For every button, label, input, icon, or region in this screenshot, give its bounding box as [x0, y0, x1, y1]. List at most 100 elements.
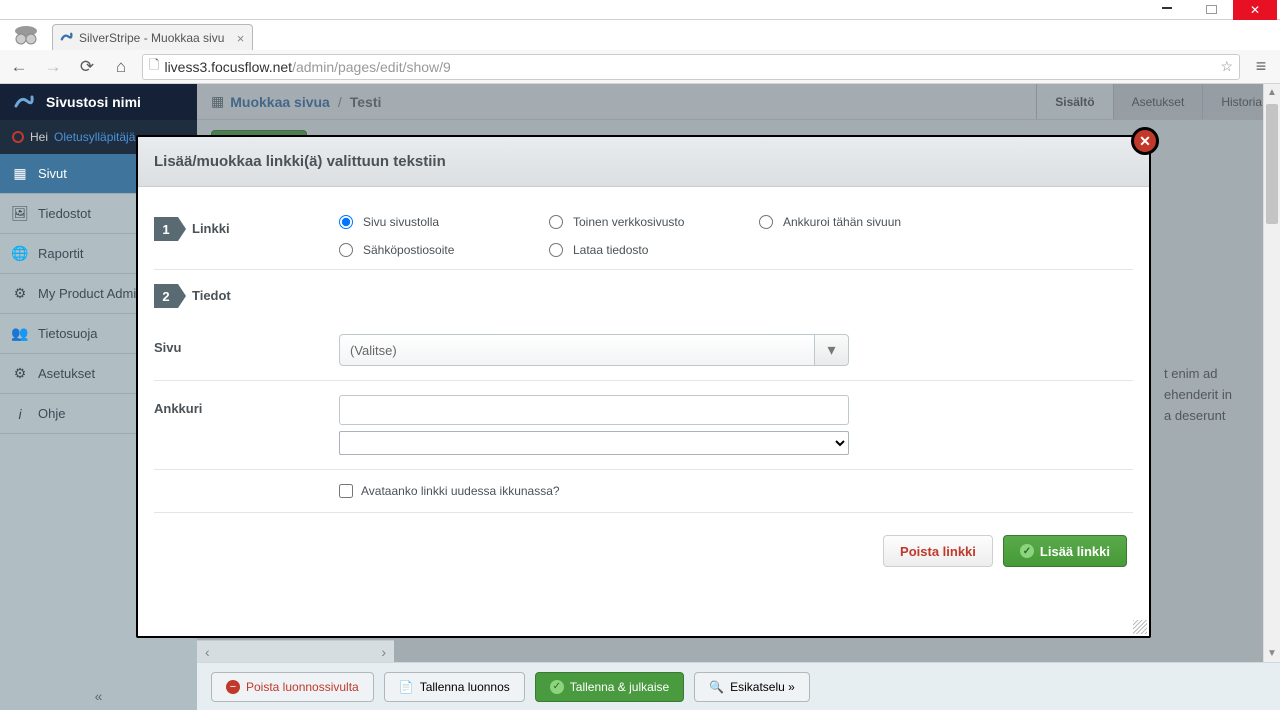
publish-label: Tallenna & julkaise	[570, 680, 669, 694]
hello-prefix: Hei	[30, 130, 48, 144]
sitemap-icon: ▦	[12, 166, 28, 182]
sidebar-item-label: Tietosuoja	[38, 326, 98, 341]
save-draft-label: Tallenna luonnos	[420, 680, 510, 694]
insert-link-button[interactable]: ✓ Lisää linkki	[1003, 535, 1127, 567]
info-icon: i	[12, 406, 28, 422]
scroll-down-icon[interactable]: ▼	[1264, 645, 1280, 662]
browser-tab-bar: SilverStripe - Muokkaa sivu ×	[0, 20, 1280, 50]
publish-button[interactable]: ✓ Tallenna & julkaise	[535, 672, 684, 702]
preview-label: Esikatselu »	[730, 680, 795, 694]
forward-button: →	[40, 54, 66, 80]
check-circle-icon: ✓	[1020, 544, 1034, 558]
sidebar-item-label: Raportit	[38, 246, 84, 261]
address-bar[interactable]: 🗋 livess3.focusflow.net/admin/pages/edit…	[142, 54, 1240, 80]
sidebar-item-label: My Product Admin	[38, 286, 144, 301]
scrollbar-vertical[interactable]: ▲ ▼	[1263, 84, 1280, 662]
anchor-select[interactable]	[339, 431, 849, 455]
radio-label: Sivu sivustolla	[363, 215, 439, 229]
remove-link-label: Poista linkki	[900, 544, 976, 559]
reload-button[interactable]: ⟳	[74, 54, 100, 80]
window-close-button[interactable]: ✕	[1233, 0, 1277, 20]
window-maximize-button[interactable]	[1189, 0, 1233, 20]
modal-close-button[interactable]: ✕	[1131, 127, 1159, 155]
collapse-sidebar-button[interactable]: «	[0, 682, 197, 710]
url-host: livess3.focusflow.net	[164, 59, 292, 75]
scrollbar-thumb[interactable]	[1266, 104, 1278, 224]
radio-anchor[interactable]: Ankkuroi tähän sivuun	[759, 215, 1009, 229]
radio-input[interactable]	[759, 215, 773, 229]
globe-icon: 🌐	[12, 246, 28, 262]
site-brand[interactable]: Sivustosi nimi	[0, 84, 197, 120]
browser-menu-button[interactable]: ≡	[1248, 54, 1274, 80]
browser-tab[interactable]: SilverStripe - Muokkaa sivu ×	[52, 24, 253, 50]
modal-title: Lisää/muokkaa linkki(ä) valittuun teksti…	[138, 137, 1149, 187]
radio-input[interactable]	[549, 215, 563, 229]
radio-label: Sähköpostiosoite	[363, 243, 454, 257]
insert-link-label: Lisää linkki	[1040, 544, 1110, 559]
back-button[interactable]: ←	[6, 54, 32, 80]
save-icon: 📄	[399, 680, 414, 694]
radio-input[interactable]	[339, 243, 353, 257]
sidebar-item-label: Ohje	[38, 406, 65, 421]
radio-email[interactable]: Sähköpostiosoite	[339, 243, 549, 257]
gear-icon: ⚙	[12, 366, 28, 382]
gear-icon: ⚙	[12, 286, 28, 302]
tab-title: SilverStripe - Muokkaa sivu	[79, 31, 224, 45]
silverstripe-favicon	[59, 30, 74, 45]
bookmark-star-icon[interactable]: ☆	[1220, 58, 1233, 75]
step-number-1: 1	[154, 217, 178, 241]
field-page: Sivu (Valitse) ▾	[154, 320, 1133, 381]
people-icon: 👥	[12, 326, 28, 342]
page-label: Sivu	[154, 334, 339, 355]
preview-button[interactable]: 🔍 Esikatselu »	[694, 672, 810, 702]
page-dropdown[interactable]: (Valitse) ▾	[339, 334, 849, 366]
browser-toolbar: ← → ⟳ ⌂ 🗋 livess3.focusflow.net/admin/pa…	[0, 50, 1280, 84]
incognito-icon	[10, 17, 42, 49]
minus-circle-icon: −	[226, 680, 240, 694]
anchor-input[interactable]	[339, 395, 849, 425]
radio-input[interactable]	[549, 243, 563, 257]
resize-handle-icon[interactable]	[1133, 620, 1147, 634]
radio-file[interactable]: Lataa tiedosto	[549, 243, 759, 257]
step-link-type: 1 Linkki Sivu sivustolla Toinen verkkosi…	[154, 203, 1133, 270]
action-bar: − Poista luonnossivulta 📄 Tallenna luonn…	[197, 662, 1280, 710]
dropdown-value[interactable]: (Valitse)	[339, 334, 815, 366]
step-2-label: Tiedot	[192, 284, 231, 303]
user-link[interactable]: Oletusylläpitäjä	[54, 130, 135, 144]
sidebar-item-label: Sivut	[38, 166, 67, 181]
url-path: /admin/pages/edit/show/9	[292, 59, 451, 75]
step-1-label: Linkki	[192, 217, 230, 236]
check-circle-icon: ✓	[550, 680, 564, 694]
sidebar-item-label: Asetukset	[38, 366, 95, 381]
field-anchor: Ankkuri	[154, 381, 1133, 470]
save-draft-button[interactable]: 📄 Tallenna luonnos	[384, 672, 525, 702]
step-number-2: 2	[154, 284, 178, 308]
tree-scroll-hint[interactable]: ‹›	[197, 640, 394, 662]
remove-link-button[interactable]: Poista linkki	[883, 535, 993, 567]
radio-external-site[interactable]: Toinen verkkosivusto	[549, 215, 759, 229]
step-details: 2 Tiedot	[154, 270, 1133, 320]
new-window-label: Avataanko linkki uudessa ikkunassa?	[361, 484, 560, 498]
anchor-label: Ankkuri	[154, 395, 339, 416]
remove-draft-button[interactable]: − Poista luonnossivulta	[211, 672, 374, 702]
page-icon: 🗋	[149, 56, 159, 78]
silverstripe-logo-icon	[12, 90, 36, 114]
new-window-checkbox[interactable]	[339, 484, 353, 498]
power-icon[interactable]	[12, 131, 24, 143]
field-new-window: Avataanko linkki uudessa ikkunassa?	[154, 470, 1133, 513]
remove-draft-label: Poista luonnossivulta	[246, 680, 359, 694]
modal-actions: Poista linkki ✓ Lisää linkki	[154, 513, 1133, 567]
radio-input[interactable]	[339, 215, 353, 229]
scroll-up-icon[interactable]: ▲	[1264, 84, 1280, 101]
image-icon: 🖼	[12, 206, 28, 222]
link-editor-modal: ✕ Lisää/muokkaa linkki(ä) valittuun teks…	[136, 135, 1151, 638]
radio-label: Toinen verkkosivusto	[573, 215, 684, 229]
home-button[interactable]: ⌂	[108, 54, 134, 80]
radio-label: Lataa tiedosto	[573, 243, 648, 257]
brand-label: Sivustosi nimi	[46, 94, 141, 110]
window-minimize-button[interactable]	[1145, 0, 1189, 20]
tab-close-icon[interactable]: ×	[237, 31, 245, 46]
radio-internal-page[interactable]: Sivu sivustolla	[339, 215, 549, 229]
window-titlebar: ✕	[0, 0, 1280, 20]
chevron-down-icon[interactable]: ▾	[815, 334, 849, 366]
